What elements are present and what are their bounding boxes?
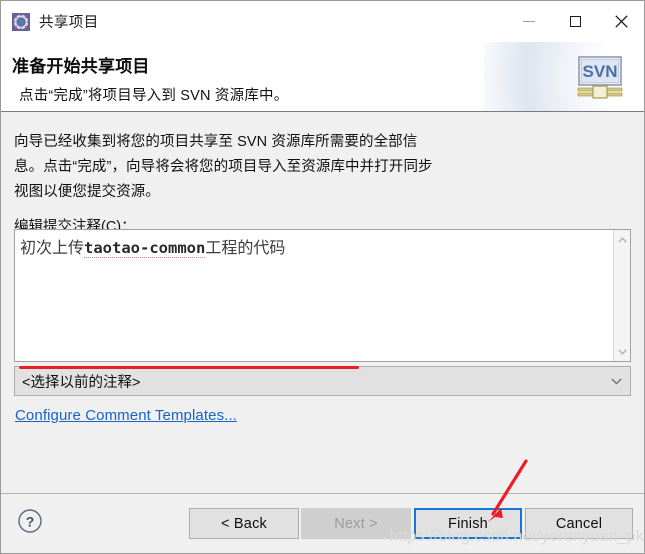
scroll-up-button[interactable]	[614, 231, 631, 248]
previous-comments-dropdown[interactable]: <选择以前的注释>	[14, 366, 631, 396]
annotation-underline	[19, 366, 359, 369]
page-title: 准备开始共享项目	[12, 57, 150, 76]
comment-suffix: 工程的代码	[205, 238, 286, 257]
next-button: Next >	[301, 508, 411, 539]
description-text: 向导已经收集到将您的项目共享至 SVN 资源库所需要的全部信息。点击“完成”，向…	[14, 134, 433, 200]
back-button[interactable]: < Back	[189, 508, 299, 539]
comment-text-content: 初次上传taotao-common工程的代码	[20, 234, 285, 258]
configure-comment-templates-link[interactable]: Configure Comment Templates...	[15, 407, 237, 424]
comment-scrollbar[interactable]	[613, 230, 630, 361]
svg-text:SVN: SVN	[583, 62, 618, 81]
close-button[interactable]	[598, 1, 644, 42]
wizard-footer: ? < Back Next > Finish Cancel	[1, 493, 644, 553]
minimize-button[interactable]	[506, 1, 552, 42]
title-bar: 共享项目	[1, 1, 644, 42]
share-project-dialog: 共享项目 准备开始共享项目 点击“完成”将项目导入到 SVN 资源库中。 SVN…	[0, 0, 645, 554]
maximize-button[interactable]	[552, 1, 598, 42]
wizard-header: 准备开始共享项目 点击“完成”将项目导入到 SVN 资源库中。 SVN	[1, 42, 644, 112]
window-title: 共享项目	[39, 15, 99, 31]
chevron-up-icon	[618, 236, 627, 243]
question-mark-icon: ?	[18, 509, 42, 533]
page-subtitle: 点击“完成”将项目导入到 SVN 资源库中。	[19, 88, 289, 104]
gear-icon	[12, 12, 30, 31]
maximize-icon	[569, 16, 581, 27]
comment-prefix: 初次上传	[20, 238, 85, 257]
close-icon	[614, 15, 628, 28]
svn-logo-icon: SVN	[575, 52, 625, 102]
wizard-body: 向导已经收集到将您的项目共享至 SVN 资源库所需要的全部信息。点击“完成”，向…	[1, 112, 644, 493]
dropdown-arrow-button[interactable]	[611, 367, 622, 395]
finish-button[interactable]: Finish	[414, 508, 522, 539]
chevron-down-icon	[618, 348, 627, 355]
previous-comments-value: <选择以前的注释>	[22, 374, 141, 391]
cancel-button[interactable]: Cancel	[525, 508, 633, 539]
svg-text:?: ?	[26, 514, 35, 530]
help-button[interactable]: ?	[17, 508, 43, 534]
scroll-down-button[interactable]	[614, 343, 631, 360]
minimize-icon	[523, 21, 535, 22]
window-controls	[506, 1, 644, 42]
comment-project-name: taotao-common	[84, 239, 206, 258]
comment-textarea[interactable]: 初次上传taotao-common工程的代码	[14, 229, 631, 362]
chevron-down-icon	[611, 378, 622, 385]
